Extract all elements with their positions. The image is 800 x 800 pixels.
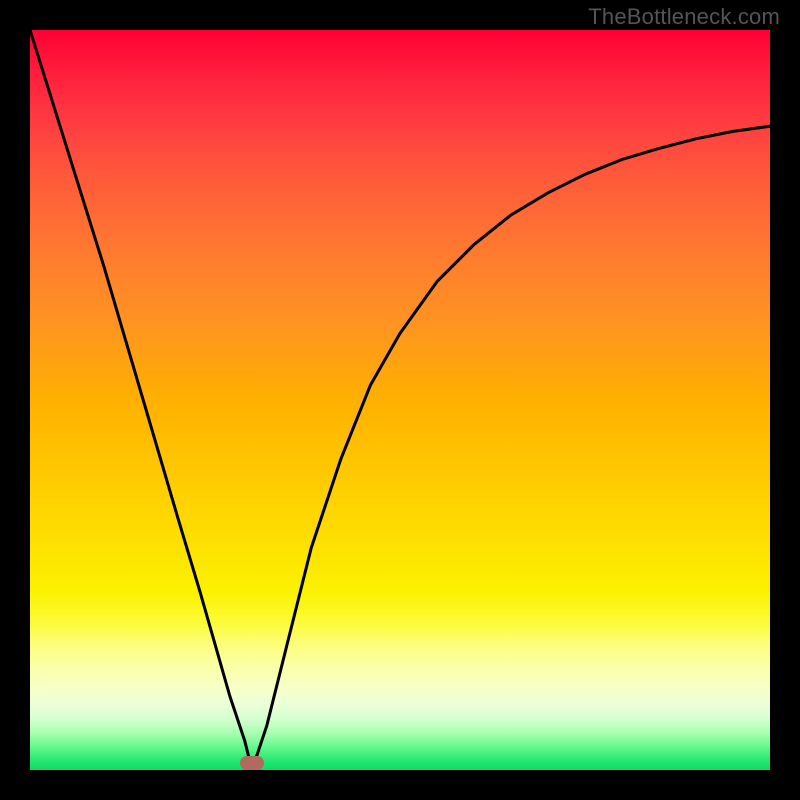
plot-svg <box>30 30 770 770</box>
chart-container: TheBottleneck.com <box>0 0 800 800</box>
bottleneck-curve <box>30 30 770 770</box>
watermark-text: TheBottleneck.com <box>588 4 780 30</box>
plot-area <box>30 30 770 770</box>
minimum-marker <box>240 756 264 770</box>
